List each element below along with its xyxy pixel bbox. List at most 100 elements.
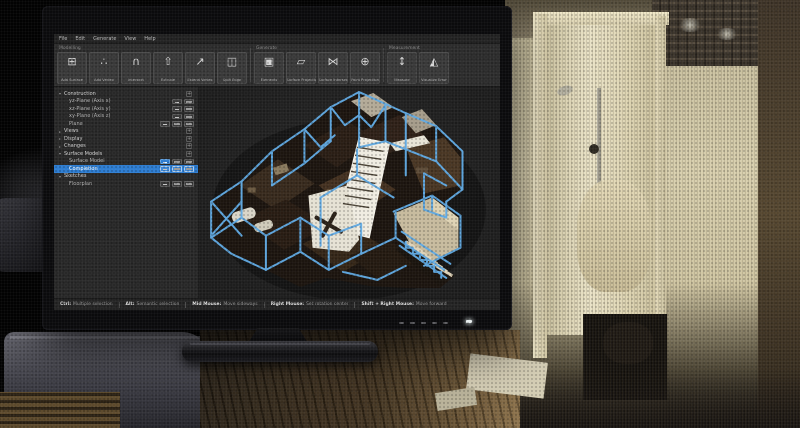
hint-ctrl: Ctrl:Multiple selection bbox=[60, 302, 113, 307]
toggle-button[interactable] bbox=[172, 114, 182, 120]
point-projection-icon: ⊕ bbox=[360, 55, 369, 68]
tree-header-construction[interactable]: ▾ Construction bbox=[54, 90, 198, 98]
visibility-button[interactable] bbox=[184, 99, 194, 105]
tree-label: xz-Plane (Axis y) bbox=[69, 106, 111, 112]
visibility-button[interactable] bbox=[172, 181, 182, 187]
split-edge-button[interactable]: ◫ Split Edge bbox=[217, 52, 247, 84]
scanline-streaks bbox=[505, 0, 800, 428]
tree-item-surface-model[interactable]: Surface Model bbox=[54, 158, 198, 166]
menu-file[interactable]: File bbox=[59, 36, 67, 42]
tree-item-xy-plane[interactable]: xy-Plane (Axis z) bbox=[54, 113, 198, 121]
tree-item-plane[interactable]: Plane bbox=[54, 120, 198, 128]
tree-item-floorplan[interactable]: Floorplan bbox=[54, 180, 198, 188]
toolbar-separator bbox=[383, 48, 384, 82]
toggle-button[interactable] bbox=[160, 181, 170, 187]
menu-help[interactable]: Help bbox=[144, 36, 155, 42]
add-surface-button[interactable]: ⊞ Add Surface bbox=[57, 52, 87, 84]
toggle-button[interactable] bbox=[172, 99, 182, 105]
toolbar-group-measurement: Measurement ↕ Measure ◭ Visualize Error bbox=[387, 45, 449, 84]
menubar: File Edit Generate View Help bbox=[54, 34, 500, 44]
tree-label: Construction bbox=[64, 91, 96, 97]
extrude-button[interactable]: ⇧ Extrude bbox=[153, 52, 183, 84]
add-vertex-button[interactable]: ∴ Add Vertex bbox=[89, 52, 119, 84]
tree-header-surface-models[interactable]: ▾ Surface Models bbox=[54, 150, 198, 158]
options-button[interactable] bbox=[184, 181, 194, 187]
dollhouse-model bbox=[211, 92, 486, 298]
intersect-button[interactable]: ∩ Intersect bbox=[121, 52, 151, 84]
hint-alt: Alt:Semantic selection bbox=[126, 302, 180, 307]
options-button[interactable] bbox=[184, 159, 194, 165]
button-label: Elements bbox=[261, 78, 278, 82]
visibility-button[interactable] bbox=[184, 114, 194, 120]
button-label: Add Vertex bbox=[94, 78, 114, 82]
surface-intersection-button[interactable]: ⋈ Surface Intersection bbox=[318, 52, 348, 84]
hint-right-mouse: Right Mouse:Set rotation center bbox=[271, 302, 349, 307]
visibility-button[interactable] bbox=[184, 106, 194, 112]
tree-header-changes[interactable]: ▸ Changes bbox=[54, 143, 198, 151]
intersect-icon: ∩ bbox=[132, 55, 140, 68]
add-item-button[interactable] bbox=[186, 91, 192, 97]
button-label: Extend Vertex bbox=[187, 78, 212, 82]
add-item-button[interactable] bbox=[186, 151, 192, 157]
add-item-button[interactable] bbox=[186, 136, 192, 142]
visualize-error-icon: ◭ bbox=[430, 55, 438, 68]
surface-projection-button[interactable]: ▱ Surface Projection bbox=[286, 52, 316, 84]
measure-icon: ↕ bbox=[397, 55, 406, 68]
menu-generate[interactable]: Generate bbox=[93, 36, 116, 42]
toolbar-group-modelling: Modelling ⊞ Add Surface ∴ Add Vertex bbox=[57, 45, 247, 84]
tree-header-sketches[interactable]: ▾ Sketches bbox=[54, 173, 198, 181]
surface-intersection-icon: ⋈ bbox=[328, 55, 339, 68]
monitor-control-buttons[interactable] bbox=[399, 322, 448, 324]
monitor-button[interactable] bbox=[399, 322, 404, 324]
button-label: Surface Projection bbox=[287, 78, 316, 82]
visibility-button[interactable] bbox=[172, 159, 182, 165]
toolbar-group-generate: Generate ▣ Elements ▱ Surface Projection bbox=[254, 45, 380, 84]
button-label: Point Projection bbox=[351, 78, 379, 82]
menu-view[interactable]: View bbox=[124, 36, 136, 42]
monitor-button[interactable] bbox=[421, 322, 426, 324]
active-toggle-button[interactable] bbox=[160, 159, 170, 165]
tree-item-completion[interactable]: Completion bbox=[54, 165, 198, 173]
toggle-button[interactable] bbox=[172, 106, 182, 112]
tree-label: Sketches bbox=[64, 173, 87, 179]
split-edge-icon: ◫ bbox=[227, 55, 237, 68]
hint-mid-mouse: Mid Mouse:Move sideways bbox=[192, 302, 257, 307]
tree-item-yz-plane[interactable]: yz-Plane (Axis x) bbox=[54, 98, 198, 106]
app-window: File Edit Generate View Help Modelling ⊞… bbox=[54, 34, 500, 310]
monitor: File Edit Generate View Help Modelling ⊞… bbox=[42, 6, 512, 330]
extrude-icon: ⇧ bbox=[163, 55, 172, 68]
options-button[interactable] bbox=[184, 166, 194, 172]
visibility-button[interactable] bbox=[172, 121, 182, 127]
monitor-screen: File Edit Generate View Help Modelling ⊞… bbox=[54, 34, 500, 310]
dollhouse-model-svg[interactable] bbox=[199, 87, 500, 298]
monitor-stand-base bbox=[182, 341, 378, 362]
monitor-button[interactable] bbox=[410, 322, 415, 324]
options-button[interactable] bbox=[184, 121, 194, 127]
tree-header-display[interactable]: ▸ Display bbox=[54, 135, 198, 143]
button-label: Extrude bbox=[161, 78, 175, 82]
elements-icon: ▣ bbox=[264, 55, 274, 68]
toggle-button[interactable] bbox=[160, 121, 170, 127]
visibility-button[interactable] bbox=[172, 166, 182, 172]
elements-button[interactable]: ▣ Elements bbox=[254, 52, 284, 84]
group-label: Generate bbox=[254, 45, 380, 52]
measure-button[interactable]: ↕ Measure bbox=[387, 52, 417, 84]
statusbar: Ctrl:Multiple selection Alt:Semantic sel… bbox=[54, 298, 500, 310]
point-projection-button[interactable]: ⊕ Point Projection bbox=[350, 52, 380, 84]
visualize-error-button[interactable]: ◭ Visualize Error bbox=[419, 52, 449, 84]
button-label: Split Edge bbox=[223, 78, 241, 82]
toggle-button[interactable] bbox=[160, 166, 170, 172]
add-item-button[interactable] bbox=[186, 143, 192, 149]
viewport-3d[interactable] bbox=[199, 87, 500, 298]
extend-vertex-button[interactable]: ↗ Extend Vertex bbox=[185, 52, 215, 84]
tree-label: Surface Models bbox=[64, 151, 102, 157]
tree-header-views[interactable]: ▸ Views bbox=[54, 128, 198, 136]
add-surface-icon: ⊞ bbox=[67, 55, 76, 68]
monitor-button[interactable] bbox=[443, 322, 448, 324]
monitor-button[interactable] bbox=[432, 322, 437, 324]
tree-item-xz-plane[interactable]: xz-Plane (Axis y) bbox=[54, 105, 198, 113]
add-item-button[interactable] bbox=[186, 128, 192, 134]
group-label: Measurement bbox=[387, 45, 449, 52]
menu-edit[interactable]: Edit bbox=[75, 36, 85, 42]
button-label: Visualize Error bbox=[421, 78, 447, 82]
